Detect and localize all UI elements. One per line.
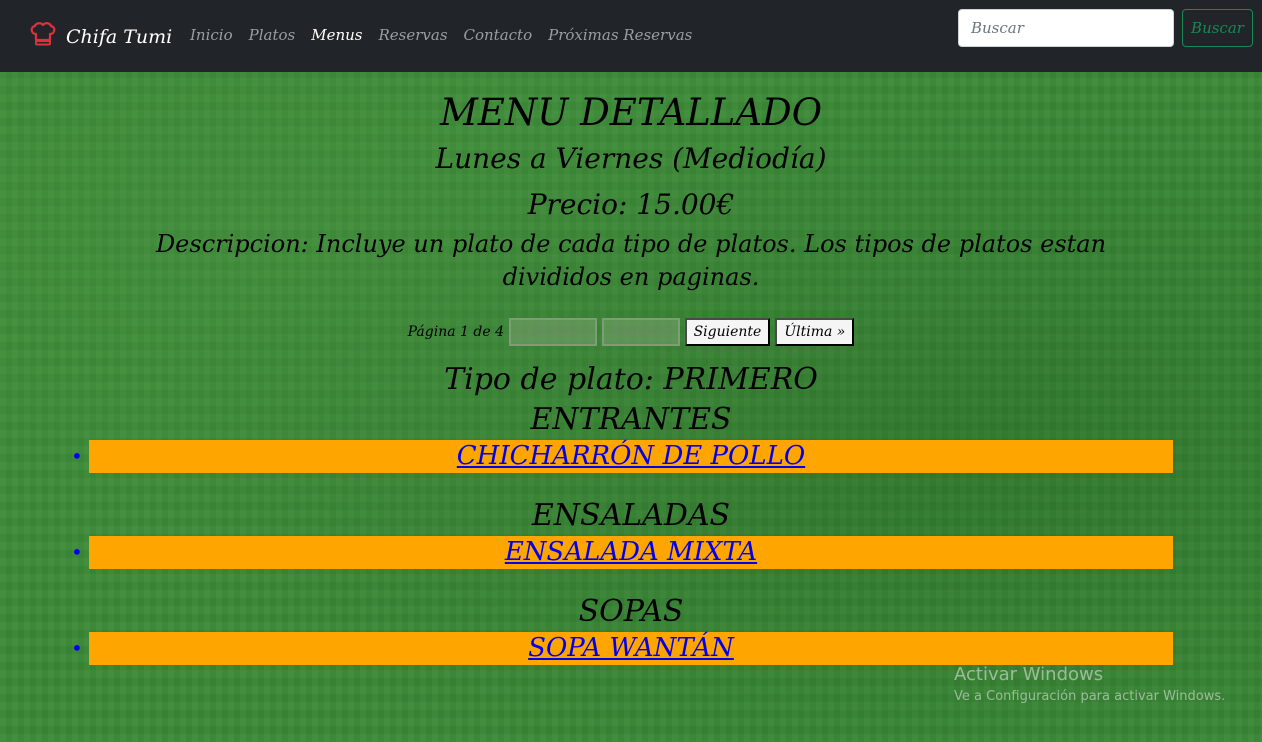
menu-price: Precio: 15.00€ bbox=[527, 188, 735, 221]
category-heading: SOPAS bbox=[578, 594, 684, 629]
previous-page-button: Anterior bbox=[602, 318, 680, 346]
list-item: • CHICHARRÓN DE POLLO bbox=[71, 440, 1173, 473]
category-entrantes: ENTRANTES • CHICHARRÓN DE POLLO bbox=[0, 400, 1262, 473]
list-item: • ENSALADA MIXTA bbox=[71, 536, 1173, 569]
bullet-icon: • bbox=[71, 636, 83, 660]
bullet-icon: • bbox=[71, 444, 83, 468]
category-heading: ENSALADAS bbox=[531, 498, 731, 533]
nav-link-reservas[interactable]: Reservas bbox=[378, 26, 447, 44]
dish-link[interactable]: SOPA WANTÁN bbox=[528, 633, 734, 663]
nav-link-contacto[interactable]: Contacto bbox=[464, 26, 533, 44]
pagination: Página 1 de 4 « Primera Anterior Siguien… bbox=[0, 318, 1262, 346]
page-title: MENU DETALLADO bbox=[439, 91, 823, 134]
dish-type-heading: Tipo de plato: PRIMERO bbox=[444, 362, 818, 397]
nav-link-proximas-reservas[interactable]: Próximas Reservas bbox=[548, 26, 692, 44]
search-input[interactable] bbox=[958, 9, 1174, 47]
nav-link-platos[interactable]: Platos bbox=[249, 26, 296, 44]
watermark-title: Activar Windows bbox=[954, 664, 1104, 685]
bullet-icon: • bbox=[71, 540, 83, 564]
dish-list: • ENSALADA MIXTA bbox=[0, 536, 1262, 569]
dish-list: • SOPA WANTÁN bbox=[0, 632, 1262, 665]
menu-schedule: Lunes a Viernes (Mediodía) bbox=[435, 142, 827, 175]
dish-link[interactable]: CHICHARRÓN DE POLLO bbox=[457, 441, 805, 471]
brand-link[interactable]: Chifa Tumi bbox=[28, 22, 172, 51]
category-sopas: SOPAS • SOPA WANTÁN bbox=[0, 592, 1262, 665]
list-item: • SOPA WANTÁN bbox=[71, 632, 1173, 665]
windows-activation-watermark: Activar Windows Ve a Configuración para … bbox=[954, 664, 1225, 704]
nav-links: Inicio Platos Menus Reservas Contacto Pr… bbox=[190, 26, 692, 44]
watermark-subtitle: Ve a Configuración para activar Windows. bbox=[954, 689, 1226, 704]
pagination-info: Página 1 de 4 bbox=[407, 324, 504, 340]
menu-description: Descripcion: Incluye un plato de cada ti… bbox=[155, 230, 1107, 291]
last-page-button[interactable]: Última » bbox=[775, 318, 855, 346]
chef-hat-icon bbox=[28, 22, 58, 51]
brand-name: Chifa Tumi bbox=[66, 25, 173, 48]
dish-link[interactable]: ENSALADA MIXTA bbox=[505, 537, 757, 567]
dish-list: • CHICHARRÓN DE POLLO bbox=[0, 440, 1262, 473]
nav-link-inicio[interactable]: Inicio bbox=[190, 26, 233, 44]
nav-link-menus[interactable]: Menus bbox=[311, 26, 362, 44]
navbar: Chifa Tumi Inicio Platos Menus Reservas … bbox=[0, 0, 1262, 72]
next-page-button[interactable]: Siguiente bbox=[684, 318, 771, 346]
category-ensaladas: ENSALADAS • ENSALADA MIXTA bbox=[0, 496, 1262, 569]
search-button[interactable]: Buscar bbox=[1182, 9, 1253, 47]
category-heading: ENTRANTES bbox=[530, 402, 732, 437]
menu-detail: MENU DETALLADO Lunes a Viernes (Mediodía… bbox=[0, 72, 1262, 665]
first-page-button: « Primera bbox=[509, 318, 598, 346]
